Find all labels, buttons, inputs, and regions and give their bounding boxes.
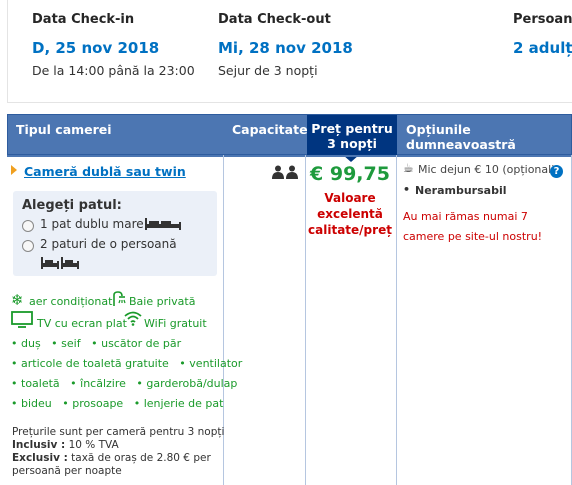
facility-item: ventilator	[189, 357, 243, 370]
bullet-icon: •	[403, 183, 411, 196]
facility-row: • toaletă • încălzire • garderobă/dulap	[11, 377, 238, 390]
inclusive-label: Inclusiv :	[12, 439, 66, 451]
table-header: Tipul camerei Capacitate Preț pentru 3 n…	[7, 114, 572, 156]
header-price-line1: Preț pentru	[311, 121, 393, 136]
facility-item: seif	[61, 337, 81, 350]
double-bed-icon	[145, 218, 181, 230]
checkin-block: Data Check-in D, 25 nov 2018 De la 14:00…	[32, 12, 195, 78]
row-divider	[7, 155, 572, 157]
bed-choice-title: Alegeți patul:	[22, 198, 122, 213]
checkout-block: Data Check-out Mi, 28 nov 2018 Sejur de …	[218, 12, 353, 78]
header-options: Opțiunile dumneavoastră	[406, 122, 516, 152]
price-amount: € 99,75	[310, 163, 390, 185]
facility-bath: Baie privată	[129, 295, 196, 308]
nonrefundable-label: Nerambursabil	[415, 184, 507, 197]
rooms-table: Tipul camerei Capacitate Preț pentru 3 n…	[7, 114, 572, 485]
price-note-exclusive: Exclusiv : taxă de oraș de 2.80 € per	[12, 452, 211, 464]
facility-item: uscător de păr	[101, 337, 182, 350]
facility-item: prosoape	[72, 397, 124, 410]
facility-row: • articole de toaletă gratuite • ventila…	[11, 357, 243, 370]
twin-beds-icon	[41, 257, 79, 269]
room-name-link[interactable]: Cameră dublă sau twin	[24, 164, 186, 179]
checkout-date[interactable]: Mi, 28 nov 2018	[218, 39, 353, 57]
header-room-type: Tipul camerei	[16, 122, 112, 137]
bed-radio-twin[interactable]	[22, 240, 34, 252]
header-price: Preț pentru 3 nopți	[307, 115, 397, 156]
guests-label: Persoane	[513, 12, 572, 27]
checkin-label: Data Check-in	[32, 12, 135, 27]
price-note-exclusive-cont: persoană per noapte	[12, 465, 122, 477]
bed-option-double-label: 1 pat dublu mare	[40, 217, 144, 231]
facility-ac: aer condiționat	[29, 295, 113, 308]
breakfast-option: Mic dejun € 10 (opțional)	[418, 163, 556, 176]
inclusive-value: 10 % TVA	[68, 439, 119, 451]
value-badge-line2: excelentă	[317, 207, 383, 221]
facility-item: lenjerie de pat	[143, 397, 224, 410]
facility-item: bideu	[21, 397, 52, 410]
header-capacity: Capacitate	[232, 122, 308, 137]
guests-value[interactable]: 2 adulți	[513, 39, 572, 57]
facility-tv: TV cu ecran plat	[37, 317, 127, 330]
checkin-date[interactable]: D, 25 nov 2018	[32, 39, 195, 57]
facility-item: duș	[21, 337, 41, 350]
bed-choice-box: Alegeți patul: 1 pat dublu mare 2 paturi…	[13, 191, 217, 276]
checkout-label: Data Check-out	[218, 12, 331, 27]
guests-block: Persoane 2 adulți	[513, 12, 572, 57]
facility-item: încălzire	[80, 377, 126, 390]
facility-row: • duș • seif • uscător de păr	[11, 337, 182, 350]
bed-radio-double[interactable]	[22, 220, 34, 232]
help-icon[interactable]: ?	[550, 165, 563, 178]
value-badge-line3: calitate/preț	[308, 223, 392, 237]
value-badge: Valoare excelentă calitate/preț	[306, 190, 394, 238]
facility-item: garderobă/dulap	[146, 377, 238, 390]
wifi-icon	[124, 311, 142, 326]
exclusive-value: taxă de oraș de 2.80 € per	[71, 452, 211, 464]
snowflake-icon: ❄	[11, 291, 24, 309]
checkin-time: De la 14:00 până la 23:00	[32, 63, 195, 78]
value-badge-line1: Valoare	[324, 191, 376, 205]
caret-right-icon	[11, 165, 17, 175]
facility-item: articole de toaletă gratuite	[21, 357, 169, 370]
scarcity-message: Au mai rămas numai 7 camere pe site-ul n…	[403, 207, 542, 247]
facility-wifi: WiFi gratuit	[144, 317, 207, 330]
facility-row: • bideu • prosoape • lenjerie de pat	[11, 397, 224, 410]
scarcity-line2: camere pe site-ul nostru!	[403, 230, 543, 243]
facility-item: toaletă	[21, 377, 60, 390]
price-note-inclusive: Inclusiv : 10 % TVA	[12, 439, 119, 451]
header-price-line2: 3 nopți	[327, 136, 377, 151]
stay-summary: Data Check-in D, 25 nov 2018 De la 14:00…	[7, 0, 572, 103]
exclusive-label: Exclusiv :	[12, 452, 68, 464]
bed-option-twin-label: 2 paturi de o persoană	[40, 237, 177, 251]
tv-icon	[11, 311, 33, 328]
coffee-icon: ☕	[403, 161, 414, 175]
col-divider-3	[396, 155, 397, 485]
shower-icon	[113, 291, 126, 306]
price-note-line1: Prețurile sunt per cameră pentru 3 nopți	[12, 426, 225, 438]
stay-length: Sejur de 3 nopți	[218, 63, 318, 78]
two-persons-icon	[272, 165, 298, 179]
scarcity-line1: Au mai rămas numai 7	[403, 210, 528, 223]
